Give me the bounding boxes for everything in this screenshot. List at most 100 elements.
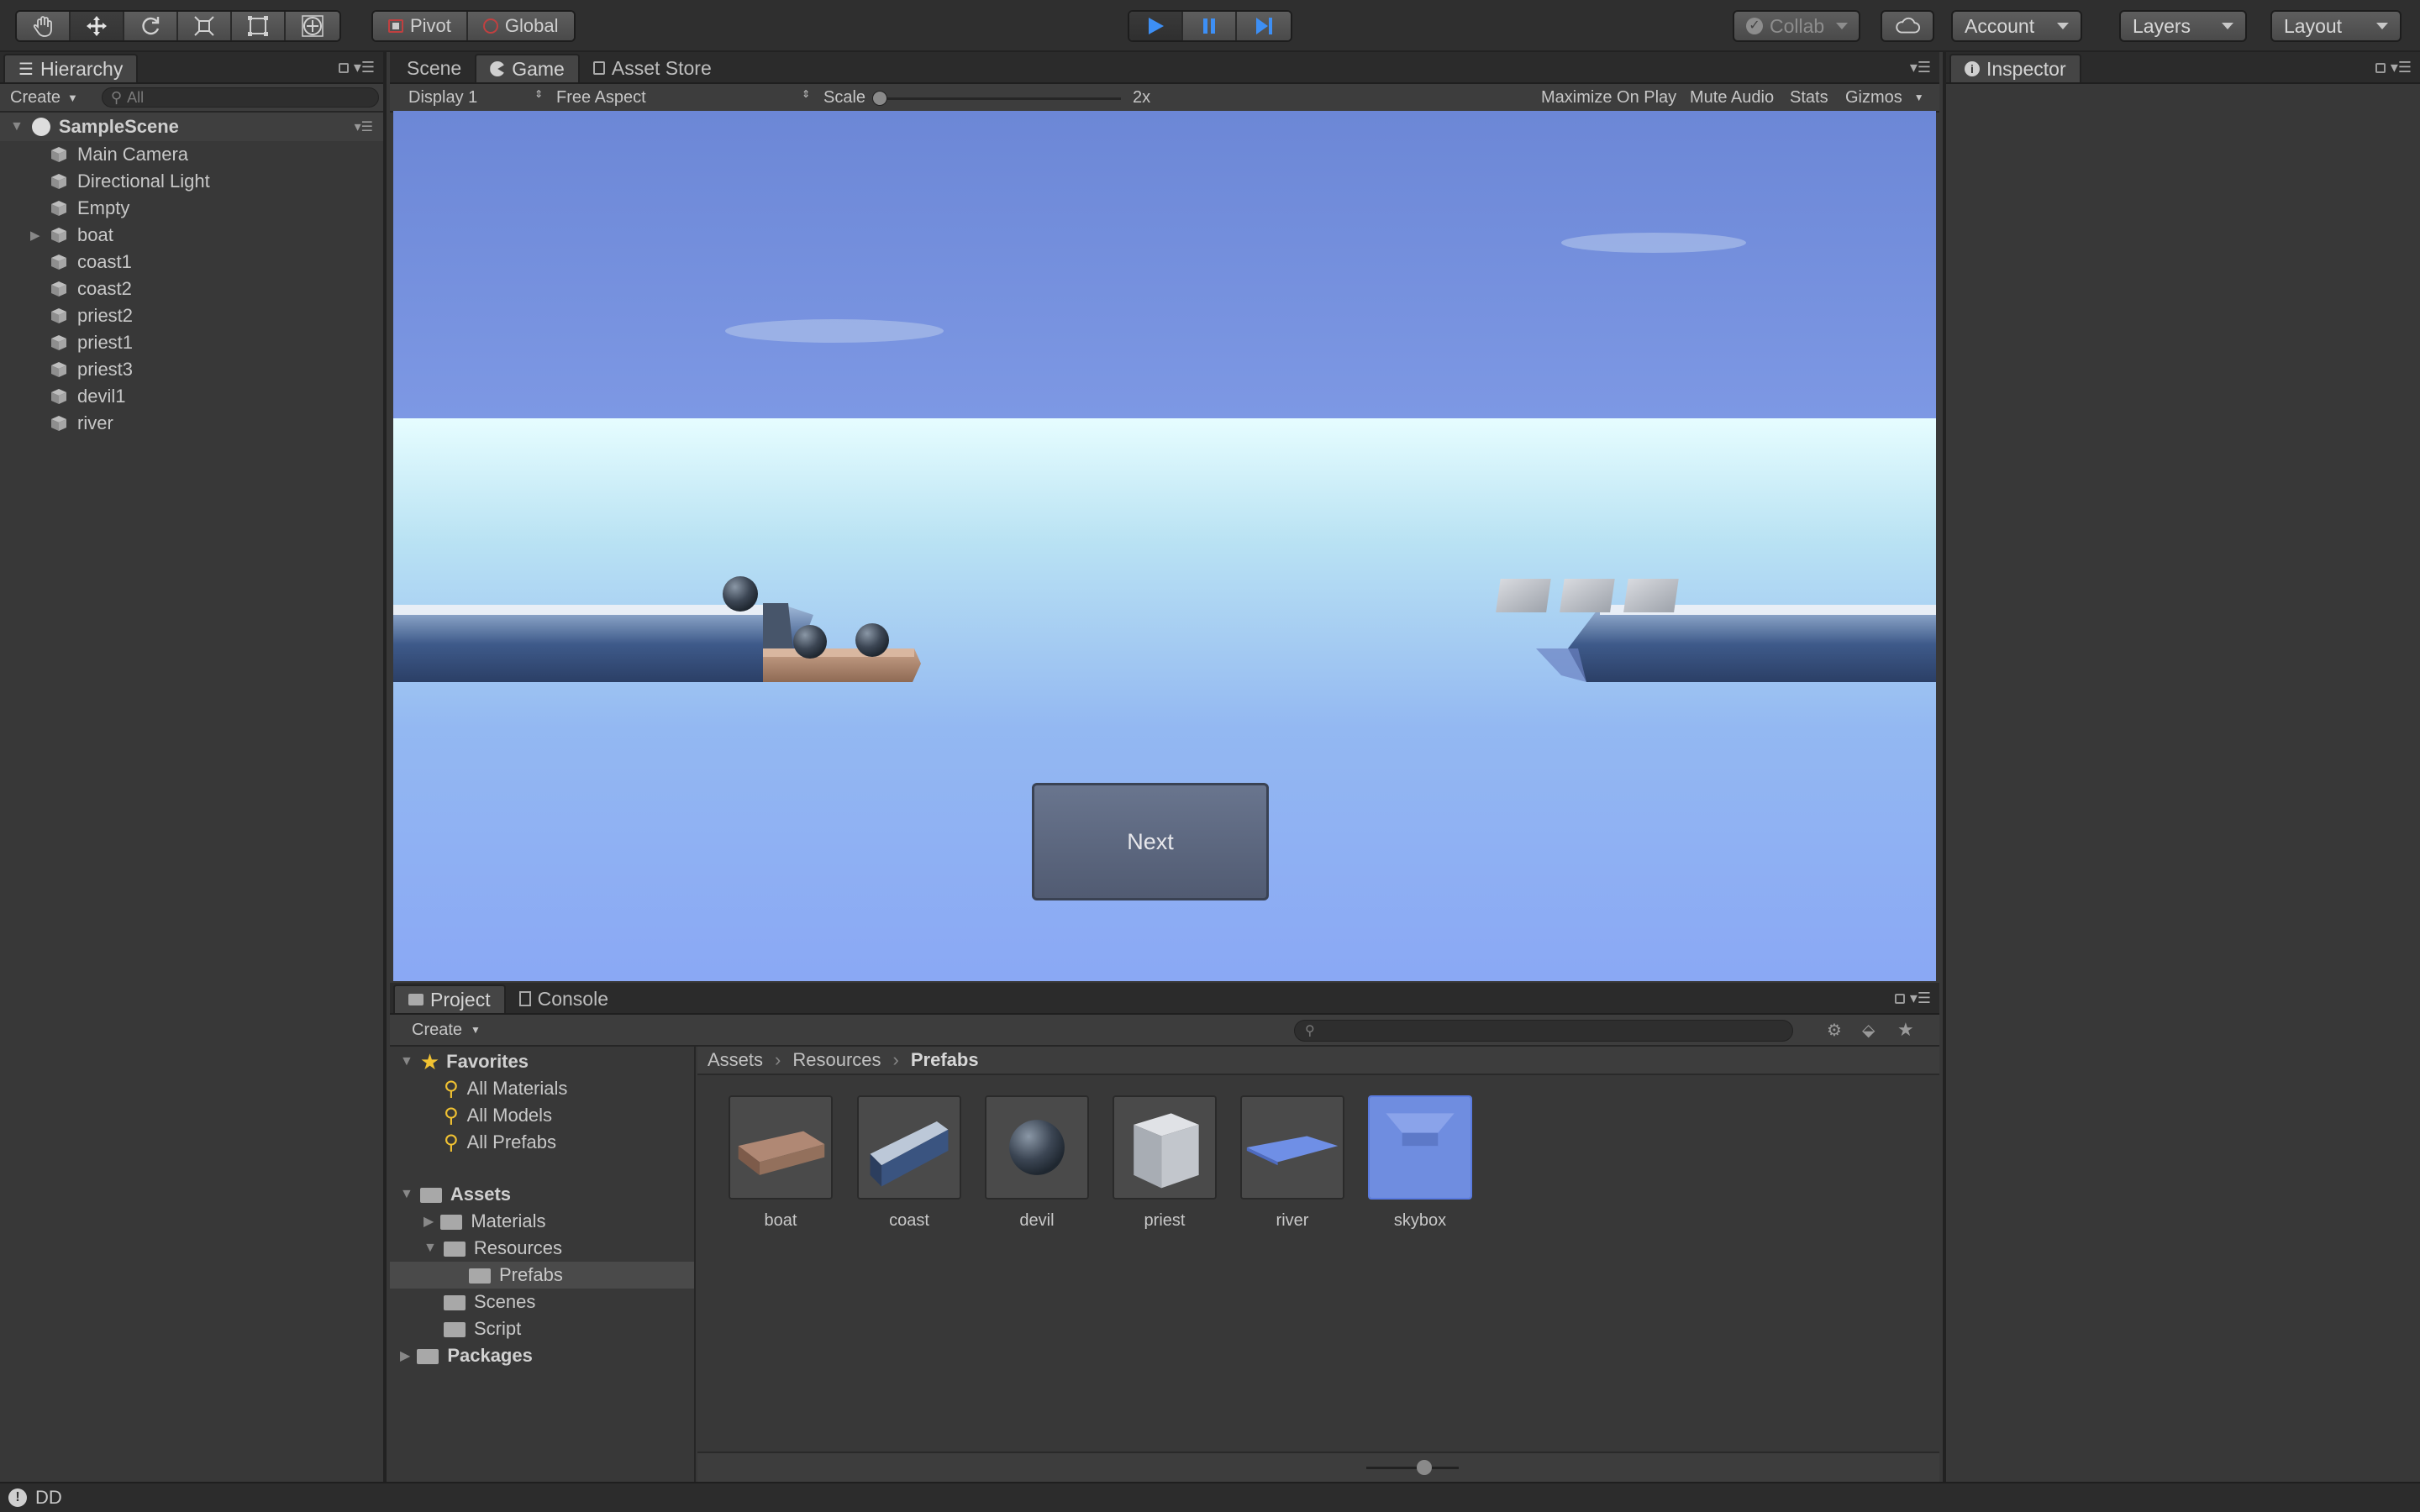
pause-button[interactable] (1183, 12, 1237, 40)
hierarchy-item[interactable]: priest1 (0, 329, 383, 356)
create-dropdown[interactable]: Create ▼ (10, 88, 78, 108)
layout-dropdown[interactable]: Layout (2270, 10, 2402, 42)
assets-row[interactable]: ▼ Assets (390, 1181, 694, 1208)
breadcrumb-prefabs[interactable]: Prefabs (911, 1049, 979, 1071)
favorite-item[interactable]: ⚲ All Models (390, 1102, 694, 1129)
favorite-item[interactable]: ⚲ All Materials (390, 1075, 694, 1102)
folder-icon (443, 1240, 466, 1257)
project-create-dropdown[interactable]: Create ▼ (412, 1021, 481, 1040)
rect-icon (248, 16, 268, 36)
resources-label: Resources (473, 1237, 562, 1258)
game-tab-label: Game (512, 57, 565, 80)
star-icon[interactable]: ★ (1897, 1019, 1914, 1041)
hierarchy-item[interactable]: ▶ boat (0, 222, 383, 249)
tree-item-prefabs[interactable]: Prefabs (390, 1262, 694, 1289)
global-button[interactable]: Global (467, 12, 574, 40)
hierarchy-item[interactable]: Directional Light (0, 168, 383, 195)
favorites-label: Favorites (446, 1051, 529, 1072)
tab-hierarchy[interactable]: ☰ Hierarchy (3, 54, 139, 82)
account-dropdown[interactable]: Account (1951, 10, 2082, 42)
mute-audio-toggle[interactable]: Mute Audio (1690, 88, 1774, 108)
tree-item-script[interactable]: Script (390, 1315, 694, 1342)
collab-dropdown[interactable]: ✓ Collab (1733, 10, 1860, 42)
panel-menu[interactable]: ▾☰ (1910, 59, 1931, 76)
panel-menu[interactable]: ▾☰ (2375, 59, 2412, 76)
hierarchy-item[interactable]: Empty (0, 195, 383, 222)
asset-coast[interactable]: coast (857, 1095, 961, 1231)
display-dropdown[interactable]: Display 1 ⇕ (408, 88, 543, 108)
layout-label: Layout (2284, 14, 2343, 37)
hierarchy-item[interactable]: devil1 (0, 383, 383, 410)
asset-devil[interactable]: devil (985, 1095, 1089, 1231)
tab-game[interactable]: Game (475, 54, 580, 82)
hierarchy-item[interactable]: river (0, 410, 383, 437)
asset-priest[interactable]: priest (1113, 1095, 1217, 1231)
hierarchy-item[interactable]: coast2 (0, 276, 383, 302)
tab-project[interactable]: Project (393, 984, 506, 1013)
thumbnail-size-thumb[interactable] (1417, 1460, 1432, 1475)
global-label: Global (504, 15, 559, 36)
favorites-row[interactable]: ▼ ★ Favorites (390, 1048, 694, 1075)
hierarchy-item[interactable]: coast1 (0, 249, 383, 276)
tag-icon[interactable]: ⬙ (1862, 1020, 1875, 1041)
hierarchy-item[interactable]: priest2 (0, 302, 383, 329)
transform-icon (302, 15, 324, 37)
tab-asset-store[interactable]: Asset Store (580, 54, 725, 82)
script-label: Script (474, 1318, 522, 1339)
stats-toggle[interactable]: Stats (1790, 88, 1828, 108)
next-button[interactable]: Next (1032, 783, 1269, 900)
favorite-item-label: All Prefabs (466, 1131, 556, 1152)
tab-scene[interactable]: Scene (393, 54, 475, 82)
hand-tool-button[interactable] (17, 12, 71, 40)
hierarchy-item-label: devil1 (77, 386, 126, 407)
asset-skybox[interactable]: skybox (1368, 1095, 1472, 1231)
tree-item-materials[interactable]: ▶ Materials (390, 1208, 694, 1235)
panel-menu[interactable]: ▾☰ (338, 59, 375, 76)
filter-type-icon[interactable]: ⚙ (1827, 1020, 1842, 1041)
game-viewport[interactable]: Next (393, 111, 1936, 981)
status-text[interactable]: DD (35, 1487, 62, 1509)
play-button[interactable] (1129, 12, 1183, 40)
layers-dropdown[interactable]: Layers (2119, 10, 2247, 42)
rect-tool-button[interactable] (232, 12, 286, 40)
scale-tool-button[interactable] (178, 12, 232, 40)
thumbnail-size-slider[interactable] (1366, 1460, 1459, 1475)
breadcrumb-resources[interactable]: Resources (792, 1049, 881, 1071)
hierarchy-search[interactable]: ⚲ All (101, 87, 379, 108)
tree-item-scenes[interactable]: Scenes (390, 1289, 694, 1315)
transform-tool-button[interactable] (286, 12, 339, 40)
step-button[interactable] (1237, 12, 1291, 40)
aspect-dropdown[interactable]: Free Aspect ⇕ (556, 88, 810, 108)
gameobject-cube-icon (49, 225, 69, 245)
tree-item-resources[interactable]: ▼ Resources (390, 1235, 694, 1262)
hierarchy-item[interactable]: priest3 (0, 356, 383, 383)
favorite-item[interactable]: ⚲ All Prefabs (390, 1129, 694, 1156)
pivot-button[interactable]: Pivot (373, 12, 468, 40)
project-tab-label: Project (430, 988, 491, 1011)
tab-inspector[interactable]: i Inspector (1949, 54, 2081, 82)
rotate-tool-button[interactable] (124, 12, 178, 40)
devil-label: devil (1019, 1211, 1055, 1230)
breadcrumb-assets[interactable]: Assets (708, 1049, 763, 1071)
gizmos-dropdown[interactable]: Gizmos ▼ (1845, 88, 1924, 108)
maximize-on-play-toggle[interactable]: Maximize On Play (1541, 88, 1676, 108)
packages-row[interactable]: ▶ Packages (390, 1342, 694, 1369)
gameobject-cube-icon (49, 144, 69, 165)
lock-icon (2375, 62, 2386, 73)
hierarchy-item[interactable]: Main Camera (0, 141, 383, 168)
step-icon (1256, 18, 1272, 34)
asset-river[interactable]: river (1240, 1095, 1344, 1231)
scale-slider[interactable] (872, 91, 1121, 106)
asset-boat[interactable]: boat (729, 1095, 833, 1231)
display-label: Display 1 (408, 87, 478, 107)
cloud-button[interactable] (1881, 10, 1934, 42)
scene-row[interactable]: ▼ SampleScene ▾☰ (0, 113, 383, 141)
move-tool-button[interactable] (71, 12, 124, 40)
scale-slider-thumb[interactable] (872, 91, 887, 106)
chevron-right-icon[interactable]: ▶ (30, 228, 49, 243)
scene-menu-icon[interactable]: ▾☰ (355, 118, 373, 135)
tab-console[interactable]: Console (506, 984, 622, 1013)
panel-menu[interactable]: ▾☰ (1894, 990, 1931, 1007)
search-icon: ⚲ (444, 1077, 459, 1100)
project-search-input[interactable]: ⚲ (1294, 1020, 1793, 1042)
